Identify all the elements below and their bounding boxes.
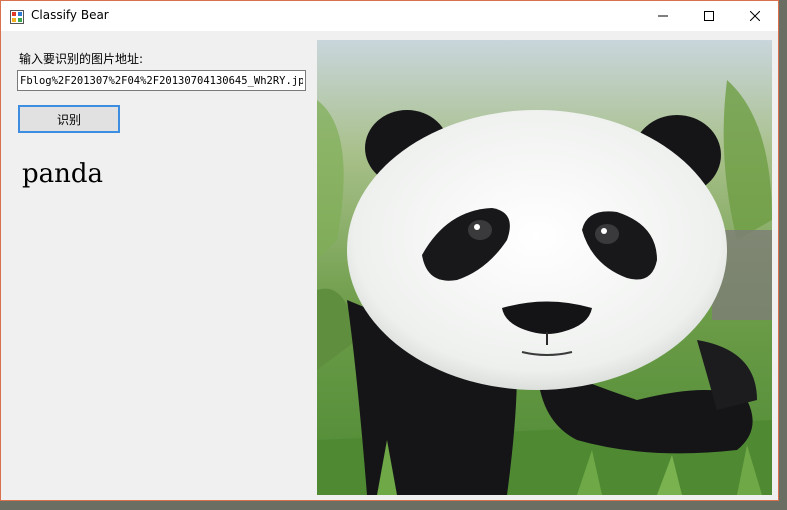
classification-result: panda (22, 159, 104, 189)
title-bar[interactable]: Classify Bear (1, 1, 778, 31)
maximize-icon (704, 11, 714, 21)
minimize-icon (658, 15, 668, 17)
maximize-button[interactable] (686, 1, 732, 31)
minimize-button[interactable] (640, 1, 686, 31)
image-path-label: 输入要识别的图片地址: (19, 52, 144, 66)
panda-image (317, 40, 772, 495)
close-icon (750, 11, 760, 21)
close-button[interactable] (732, 1, 778, 31)
app-icon[interactable] (10, 9, 24, 24)
image-path-input[interactable] (17, 70, 306, 91)
app-window: Classify Bear 输入要识别的图片地址: 识别 panda (0, 0, 779, 501)
classify-button[interactable]: 识别 (18, 105, 120, 133)
window-title: Classify Bear (31, 8, 109, 22)
